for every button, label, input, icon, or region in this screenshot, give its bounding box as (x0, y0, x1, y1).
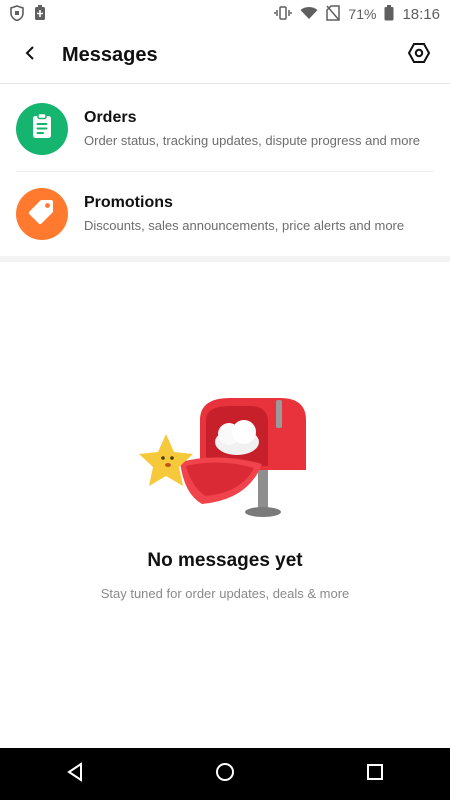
empty-state-title: No messages yet (147, 550, 303, 571)
battery-icon (384, 4, 394, 24)
status-left (10, 4, 46, 24)
mailbox-with-star-illustration (139, 398, 306, 517)
channel-orders[interactable]: Orders Order status, tracking updates, d… (0, 86, 450, 171)
system-navigation-bar (0, 748, 450, 800)
nav-back-button[interactable] (55, 754, 95, 794)
app-header: Messages (0, 28, 450, 84)
vibrate-icon (274, 5, 293, 24)
status-bar: 71% 18:16 (0, 0, 450, 28)
clipboard-icon (30, 112, 54, 145)
message-channel-list: Orders Order status, tracking updates, d… (0, 86, 450, 256)
clock: 18:16 (402, 5, 440, 23)
settings-hexagon-icon (407, 41, 431, 70)
battery-saver-icon (34, 4, 46, 24)
channel-promotions[interactable]: Promotions Discounts, sales announcement… (0, 171, 450, 256)
empty-state: No messages yet Stay tuned for order upd… (0, 390, 450, 620)
promotions-text: Promotions Discounts, sales announcement… (84, 194, 404, 233)
wifi-icon (300, 6, 318, 23)
nav-recents-icon (366, 763, 384, 786)
nav-back-icon (65, 761, 85, 787)
nav-home-icon (215, 762, 235, 787)
promotions-icon-circle (16, 187, 68, 240)
nav-home-button[interactable] (205, 754, 245, 794)
channel-title-promotions: Promotions (84, 194, 173, 211)
page-title: Messages (62, 44, 158, 66)
status-right: 71% 18:16 (274, 4, 440, 24)
back-button[interactable] (10, 36, 50, 76)
settings-button[interactable] (402, 38, 436, 72)
orders-icon-circle (16, 102, 68, 155)
channel-title-orders: Orders (84, 109, 137, 126)
back-arrow-icon (22, 45, 38, 66)
channel-description-orders: Order status, tracking updates, dispute … (84, 133, 421, 148)
orders-text: Orders Order status, tracking updates, d… (84, 109, 420, 148)
battery-percent: 71% (348, 6, 377, 22)
empty-state-subtitle: Stay tuned for order updates, deals & mo… (100, 586, 350, 601)
no-sim-icon (326, 4, 341, 24)
shield-icon (10, 4, 24, 24)
nav-recents-button[interactable] (355, 754, 395, 794)
section-divider (0, 256, 450, 262)
tag-icon (28, 197, 56, 230)
channel-description-promotions: Discounts, sales announcements, price al… (84, 218, 405, 233)
